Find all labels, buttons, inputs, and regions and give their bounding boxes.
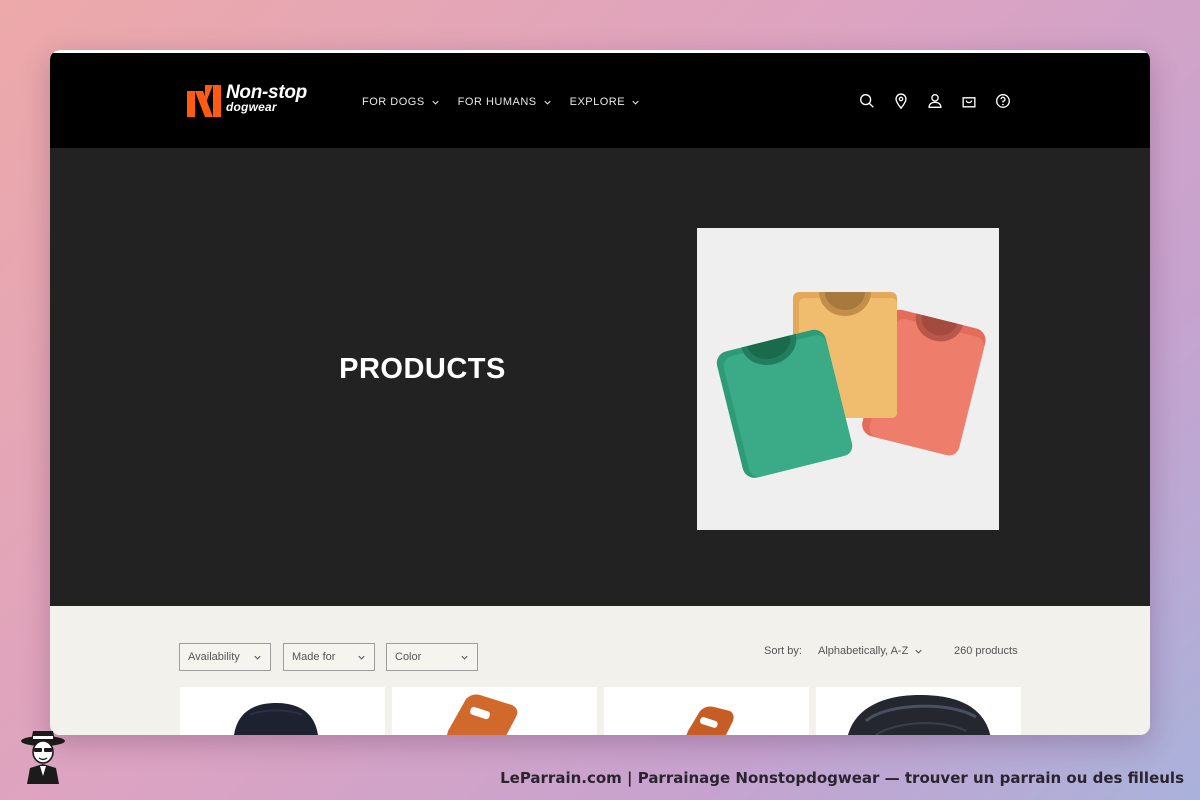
black-bag-icon — [848, 695, 991, 735]
store-locator-button[interactable] — [891, 91, 911, 111]
filter-availability-label: Availability — [188, 651, 240, 663]
hero-image — [697, 228, 999, 530]
collection-hero: PRODUCTS — [50, 148, 1150, 606]
site-header: Non-stop dogwear FOR DOGS FOR HUMANS EXP… — [50, 50, 1150, 148]
help-icon — [996, 94, 1010, 108]
chevron-down-icon — [544, 100, 551, 105]
chevron-down-icon — [254, 655, 261, 660]
chevron-down-icon — [461, 655, 468, 660]
chevron-down-icon — [358, 655, 365, 660]
product-count: 260 products — [954, 645, 1018, 657]
header-icons — [857, 91, 1013, 111]
product-card[interactable] — [392, 687, 597, 735]
search-icon — [860, 94, 874, 108]
filter-color[interactable]: Color — [386, 643, 478, 671]
footer-caption: LeParrain.com | Parrainage Nonstopdogwea… — [500, 769, 1184, 787]
main-nav: FOR DOGS FOR HUMANS EXPLORE — [362, 53, 640, 151]
nav-explore-label: EXPLORE — [569, 96, 626, 108]
product-card[interactable] — [604, 687, 809, 735]
nav-for-dogs-label: FOR DOGS — [362, 96, 425, 108]
chevron-down-icon — [432, 100, 439, 105]
account-icon — [928, 94, 942, 108]
sort-select-value: Alphabetically, A-Z — [818, 645, 909, 657]
nav-for-humans[interactable]: FOR HUMANS — [458, 96, 552, 108]
nav-explore[interactable]: EXPLORE — [570, 96, 640, 108]
logo-text: Non-stop dogwear — [226, 83, 307, 113]
page-title: PRODUCTS — [339, 353, 506, 385]
filter-color-label: Color — [395, 651, 422, 663]
filter-bar: Availability Made for Color Sort by: Alp… — [50, 606, 1150, 735]
account-button[interactable] — [925, 91, 945, 111]
sort-select[interactable]: Alphabetically, A-Z — [818, 645, 923, 657]
orange-buckle-icon — [686, 706, 734, 735]
browser-window: Non-stop dogwear FOR DOGS FOR HUMANS EXP… — [50, 50, 1150, 735]
sort-label: Sort by: — [764, 645, 802, 657]
cart-button[interactable] — [959, 91, 979, 111]
chevron-down-icon — [915, 649, 922, 654]
mascot-icon — [21, 731, 65, 784]
black-beanie-icon — [234, 703, 318, 735]
help-button[interactable] — [993, 91, 1013, 111]
filter-made-for-label: Made for — [292, 651, 336, 663]
brand-logo[interactable]: Non-stop dogwear — [186, 81, 326, 121]
nav-for-humans-label: FOR HUMANS — [457, 96, 537, 108]
filter-made-for[interactable]: Made for — [283, 643, 375, 671]
product-card[interactable] — [180, 687, 385, 735]
search-button[interactable] — [857, 91, 877, 111]
nav-for-dogs[interactable]: FOR DOGS — [362, 96, 440, 108]
filter-availability[interactable]: Availability — [179, 643, 271, 671]
chevron-down-icon — [632, 100, 639, 105]
cart-icon — [962, 97, 976, 108]
logo-mark-icon — [187, 85, 221, 117]
orange-buckle-icon — [447, 694, 518, 735]
product-card[interactable] — [816, 687, 1021, 735]
folded-shirts-illustration — [716, 292, 986, 478]
location-pin-icon — [895, 93, 907, 110]
